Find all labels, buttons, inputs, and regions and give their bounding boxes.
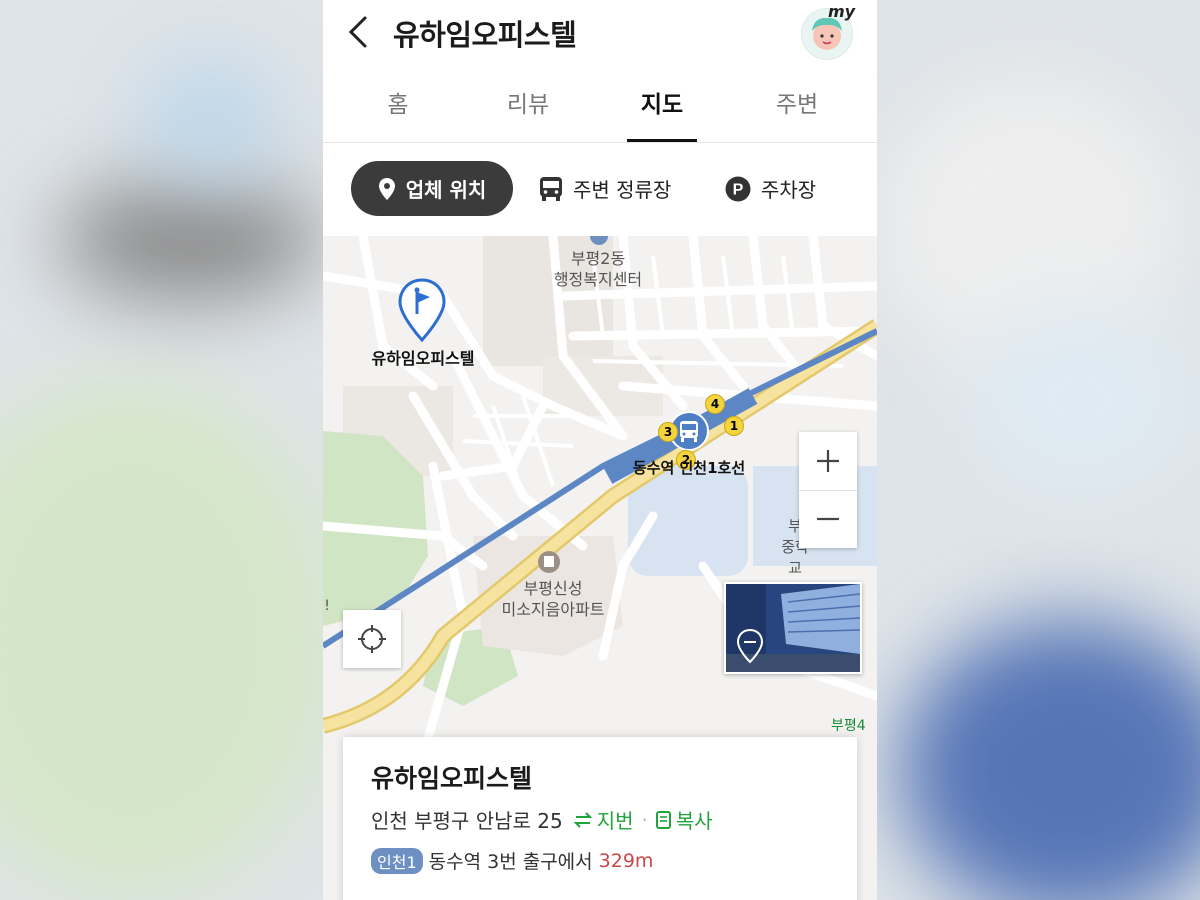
subway-line-badge: 인천1 [371,847,423,874]
map-label-station: 동수역 인천1호선 [632,459,746,477]
bus-icon [539,176,563,202]
map-label-apartment: 부평신성 미소지음아파트 [501,579,605,619]
zoom-in-button[interactable] [799,432,857,491]
location-pin-icon [378,177,396,201]
map-label-edge-left: ! [324,598,330,614]
filter-label: 주차장 [761,178,817,202]
tab-nearby[interactable]: 주변 [728,76,866,142]
zoom-controls [799,432,857,548]
copy-label: 복사 [675,809,713,833]
place-name: 유하임오피스텔 [371,764,533,793]
road-view-thumbnail[interactable] [724,582,862,674]
tab-review[interactable]: 리뷰 [459,76,597,142]
crosshair-icon [358,625,386,653]
jibun-label: 지번 [596,809,634,833]
tab-bar: 홈 리뷰 지도 주변 [323,76,877,143]
transit-route-row: 인천1 동수역 3번 출구에서 329m [371,847,653,874]
place-marker-icon[interactable] [397,278,447,346]
phone-screen: 유하임오피스텔 my 홈 리뷰 지도 주변 업체 위치 주변 정류장 P 주차장… [323,0,877,900]
tab-map[interactable]: 지도 [593,76,731,142]
back-arrow-icon[interactable] [345,14,377,50]
apartment-marker-icon [538,551,560,573]
tab-home[interactable]: 홈 [329,76,467,142]
parking-icon: P [725,176,751,202]
distance-text: 329m [598,849,654,872]
avatar-badge: my [828,2,856,21]
filter-parking[interactable]: P 주차장 [725,161,816,216]
swap-arrows-icon [573,811,593,828]
route-text: 동수역 3번 출구에서 [428,851,593,873]
map-label-community-center: 부평2동 행정복지센터 [553,249,643,289]
top-bar: 유하임오피스텔 my [323,0,877,64]
exit-number-badge: 1 [724,416,744,436]
current-location-button[interactable] [343,610,401,668]
page-title: 유하임오피스텔 [393,18,577,52]
map-filter-bar: 업체 위치 주변 정류장 P 주차장 [323,143,877,235]
svg-text:P: P [733,181,744,198]
plus-icon [817,450,839,472]
place-info-card: 유하임오피스텔 인천 부평구 안남로 25 지번 · 복사 인천1 동수역 3번… [343,737,857,900]
copy-icon [655,810,671,829]
map-label-place: 유하임오피스텔 [371,349,475,368]
address-text: 인천 부평구 안남로 25 [371,809,563,833]
address-row: 인천 부평구 안남로 25 지번 · 복사 [371,805,713,834]
minus-icon [817,517,839,521]
exit-number-badge: 3 [658,422,678,442]
filter-nearby-stops[interactable]: 주변 정류장 [539,161,671,216]
jibun-toggle-button[interactable]: 지번 [573,805,634,834]
copy-address-button[interactable]: 복사 [655,805,713,834]
filter-label: 업체 위치 [405,178,487,202]
filter-business-location[interactable]: 업체 위치 [351,161,513,216]
road-view-pin-icon [736,628,764,668]
separator-dot: · [641,807,648,832]
map-label-edge-right: 부평4 [831,718,866,734]
filter-label: 주변 정류장 [573,178,672,202]
exit-number-badge: 4 [705,394,725,414]
zoom-out-button[interactable] [799,490,857,548]
